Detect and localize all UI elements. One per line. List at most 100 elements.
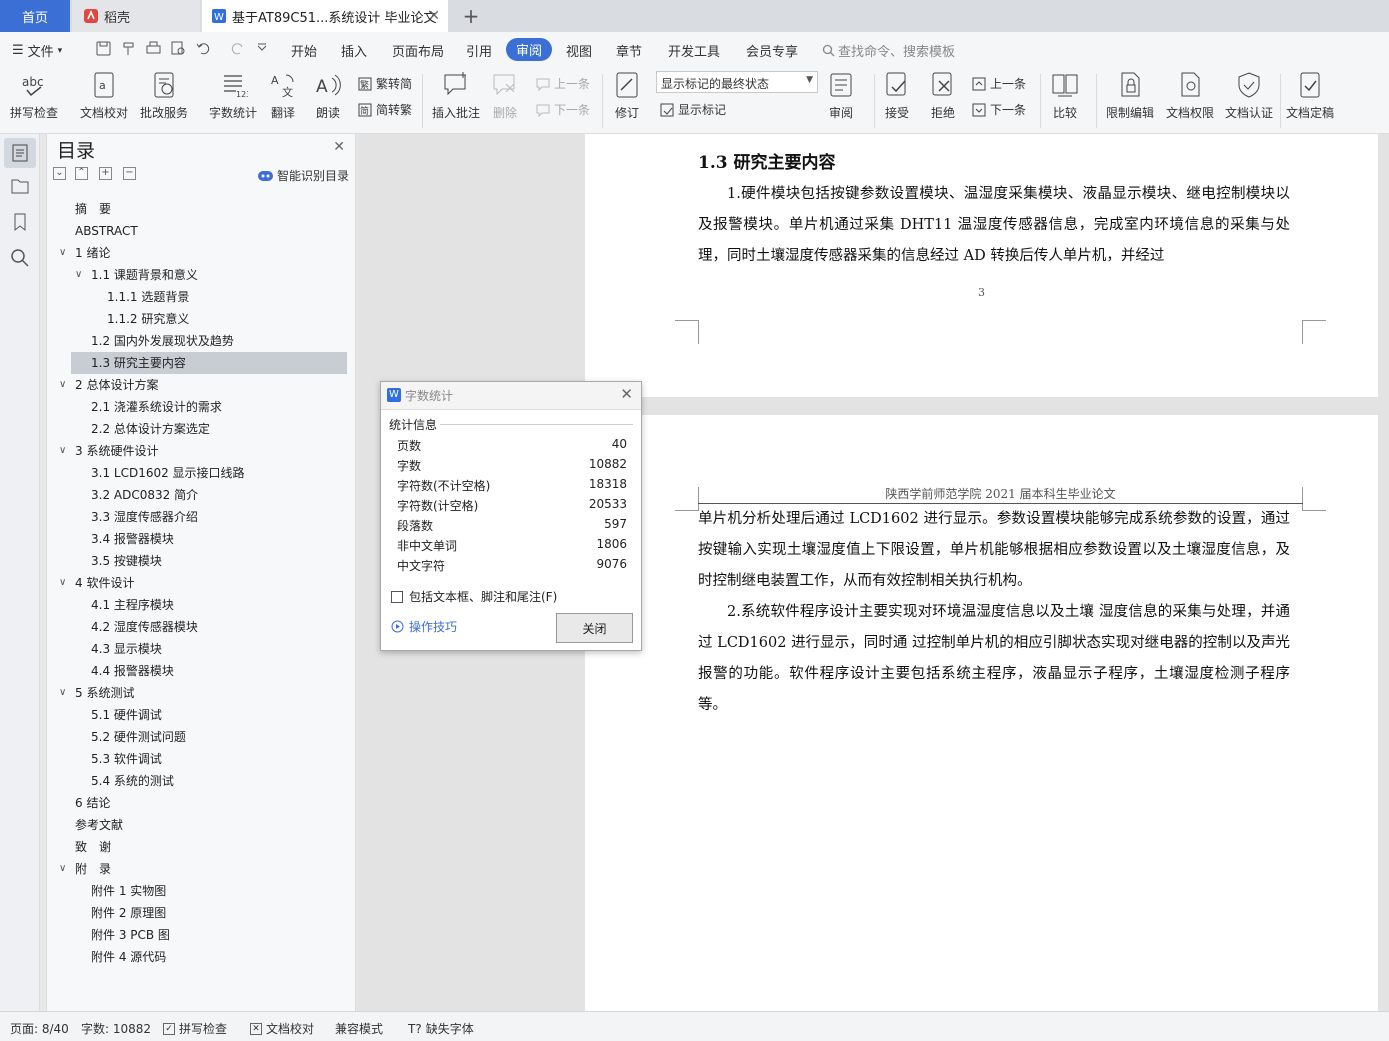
- menu-review[interactable]: 审阅: [506, 38, 553, 61]
- toc-item[interactable]: 4.3 显示模块: [47, 638, 357, 660]
- menu-view[interactable]: 视图: [566, 41, 592, 60]
- toc-panel-tab[interactable]: [4, 138, 36, 168]
- menu-insert[interactable]: 插入: [341, 41, 367, 60]
- doc-final-button[interactable]: 文档定稿: [1286, 70, 1334, 121]
- toc-item[interactable]: ∨ 5 系统测试: [47, 682, 357, 704]
- doc-proof-toggle[interactable]: ✕ 文档校对: [250, 1020, 314, 1037]
- toc-item[interactable]: 3.4 报警器模块: [47, 528, 357, 550]
- toc-item[interactable]: ∨ 2 总体设计方案: [47, 374, 357, 396]
- toc-item[interactable]: 附件 2 原理图: [47, 902, 357, 924]
- menu-references[interactable]: 引用: [466, 41, 492, 60]
- read-aloud-button[interactable]: A 朗读: [313, 70, 343, 121]
- include-textbox-checkbox[interactable]: 包括文本框、脚注和尾注(F): [391, 588, 557, 605]
- revise-button[interactable]: 修订: [612, 70, 642, 121]
- markup-state-select[interactable]: 显示标记的最终状态 ▼: [656, 71, 818, 93]
- add-heading-icon[interactable]: +: [99, 167, 112, 180]
- toc-item[interactable]: 3.5 按键模块: [47, 550, 357, 572]
- spell-check-button[interactable]: abc 拼写检查: [10, 70, 58, 121]
- file-menu[interactable]: ☰ 文件 ▾: [12, 41, 62, 60]
- insert-comment-button[interactable]: 插入批注: [432, 70, 480, 121]
- command-search[interactable]: 查找命令、搜索模板: [822, 41, 955, 60]
- chevron-down-icon[interactable]: ∨: [75, 264, 82, 286]
- chevron-down-icon[interactable]: ∨: [59, 572, 66, 594]
- tab-document[interactable]: W 基于AT89C51...系统设计 毕业论文 ✕: [202, 0, 448, 32]
- page-3[interactable]: 1.3 研究主要内容 1.硬件模块包括按键参数设置模块、温湿度采集模块、液晶显示…: [585, 134, 1378, 397]
- toc-item[interactable]: 5.3 软件调试: [47, 748, 357, 770]
- chevron-down-icon[interactable]: ∨: [59, 242, 66, 264]
- compare-button[interactable]: 比较: [1050, 70, 1080, 121]
- collapse-all-icon[interactable]: ⌄: [53, 167, 66, 180]
- tips-link[interactable]: 操作技巧: [391, 618, 457, 635]
- compat-mode-indicator[interactable]: 兼容模式: [335, 1020, 383, 1037]
- translate-button[interactable]: A文 翻译: [268, 70, 298, 121]
- smart-toc-button[interactable]: 智能识别目录: [257, 167, 349, 184]
- toc-item[interactable]: ABSTRACT: [47, 220, 357, 242]
- toc-item[interactable]: 参考文献: [47, 814, 357, 836]
- print-icon[interactable]: [146, 41, 162, 57]
- toc-item[interactable]: 摘 要: [47, 198, 357, 220]
- delete-comment-button[interactable]: 删除: [490, 70, 520, 121]
- trad-to-simp-button[interactable]: 繁 繁转简: [358, 75, 412, 92]
- undo-icon[interactable]: [196, 41, 212, 57]
- missing-font-button[interactable]: T? 缺失字体: [408, 1020, 474, 1037]
- toc-item[interactable]: 1.3 研究主要内容: [71, 352, 347, 374]
- restrict-edit-button[interactable]: 限制编辑: [1106, 70, 1154, 121]
- toc-item[interactable]: ∨ 3 系统硬件设计: [47, 440, 357, 462]
- chevron-down-icon[interactable]: ∨: [59, 440, 66, 462]
- toc-item[interactable]: 4.4 报警器模块: [47, 660, 357, 682]
- toc-item[interactable]: 5.1 硬件调试: [47, 704, 357, 726]
- toc-item[interactable]: ∨ 1.1 课题背景和意义: [47, 264, 357, 286]
- accept-button[interactable]: 接受: [882, 70, 912, 121]
- toc-item[interactable]: 3.3 湿度传感器介绍: [47, 506, 357, 528]
- toc-item[interactable]: 2.1 浇灌系统设计的需求: [47, 396, 357, 418]
- find-tab[interactable]: [10, 248, 30, 268]
- toc-item[interactable]: 5.2 硬件测试问题: [47, 726, 357, 748]
- toc-item[interactable]: 3.1 LCD1602 显示接口线路: [47, 462, 357, 484]
- close-icon[interactable]: ✕: [620, 385, 633, 403]
- toc-item[interactable]: 附件 1 实物图: [47, 880, 357, 902]
- simp-to-trad-button[interactable]: 简 简转繁: [358, 101, 412, 118]
- toc-item[interactable]: ∨ 附 录: [47, 858, 357, 880]
- toc-item[interactable]: 4.1 主程序模块: [47, 594, 357, 616]
- word-count-indicator[interactable]: 字数: 10882: [81, 1020, 151, 1037]
- format-painter-icon[interactable]: [121, 41, 137, 57]
- review-pane-button[interactable]: 审阅: [826, 70, 856, 121]
- toc-item[interactable]: 1.1.1 选题背景: [47, 286, 357, 308]
- chapter-nav-tab[interactable]: [10, 176, 30, 196]
- prev-change-button[interactable]: 上一条: [972, 75, 1026, 92]
- word-count-button[interactable]: 123 字数统计: [209, 70, 257, 121]
- menu-chapter[interactable]: 章节: [616, 41, 642, 60]
- bookmark-tab[interactable]: [10, 212, 30, 232]
- show-markup-button[interactable]: 显示标记: [660, 101, 726, 118]
- toc-item[interactable]: ∨ 4 软件设计: [47, 572, 357, 594]
- toc-item[interactable]: 附件 4 源代码: [47, 946, 357, 968]
- chevron-down-icon[interactable]: ∨: [59, 374, 66, 396]
- reject-button[interactable]: 拒绝: [928, 70, 958, 121]
- toc-item[interactable]: 6 结论: [47, 792, 357, 814]
- doc-permission-button[interactable]: 文档权限: [1166, 70, 1214, 121]
- tab-daoke[interactable]: 稻壳: [72, 0, 200, 32]
- next-change-button[interactable]: 下一条: [972, 101, 1026, 118]
- doc-proof-button[interactable]: a 文档校对: [80, 70, 128, 121]
- menu-developer[interactable]: 开发工具: [668, 41, 720, 60]
- new-tab-button[interactable]: +: [458, 0, 484, 32]
- tab-home[interactable]: 首页: [0, 0, 70, 32]
- page-indicator[interactable]: 页面: 8/40: [10, 1020, 69, 1037]
- chevron-down-icon[interactable]: ∨: [59, 682, 66, 704]
- remove-heading-icon[interactable]: −: [123, 167, 136, 180]
- toc-item[interactable]: 附件 3 PCB 图: [47, 924, 357, 946]
- toc-item[interactable]: 4.2 湿度传感器模块: [47, 616, 357, 638]
- batch-service-button[interactable]: 批改服务: [140, 70, 188, 121]
- close-tab-icon[interactable]: ✕: [428, 8, 440, 24]
- menu-home[interactable]: 开始: [291, 41, 317, 60]
- toc-item[interactable]: 5.4 系统的测试: [47, 770, 357, 792]
- toc-item[interactable]: 3.2 ADC0832 简介: [47, 484, 357, 506]
- page-4[interactable]: 陕西学前师范学院 2021 届本科生毕业论文 单片机分析处理后通过 LCD160…: [585, 415, 1378, 1011]
- spell-check-toggle[interactable]: ✓ 拼写检查: [163, 1020, 227, 1037]
- close-icon[interactable]: ✕: [333, 139, 345, 155]
- customize-chevron-icon[interactable]: [256, 41, 272, 57]
- save-icon[interactable]: [96, 41, 112, 57]
- next-comment-button[interactable]: 下一条: [536, 101, 590, 118]
- menu-page-layout[interactable]: 页面布局: [392, 41, 444, 60]
- close-button[interactable]: 关闭: [556, 613, 633, 643]
